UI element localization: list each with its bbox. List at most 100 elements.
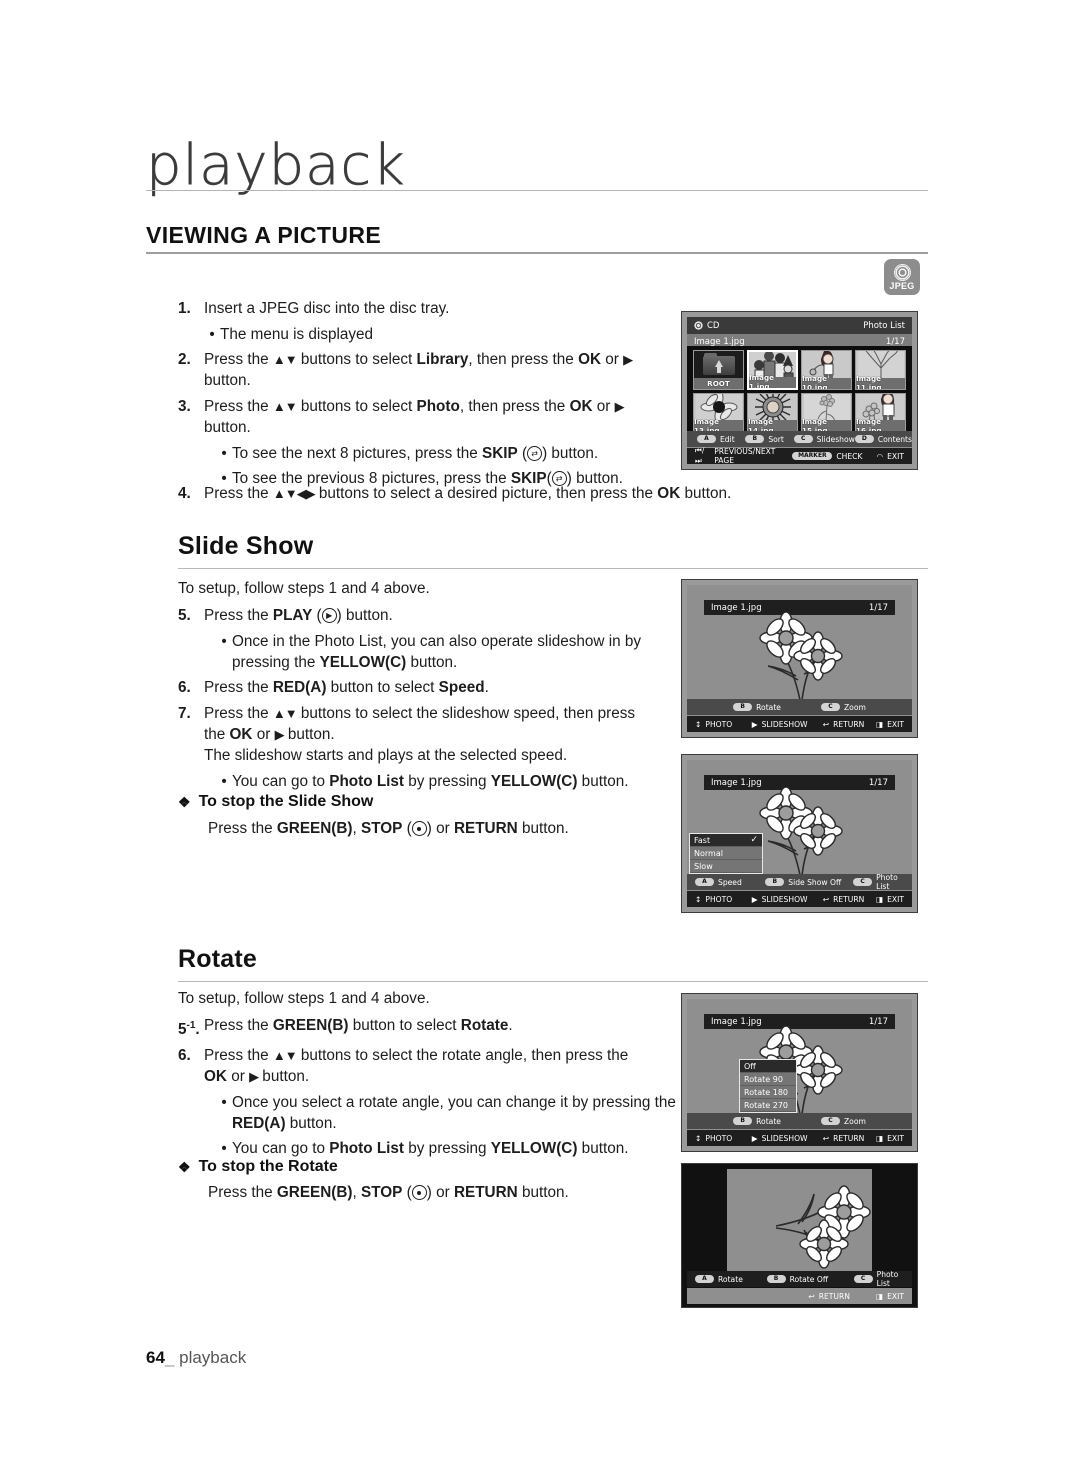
nav-exit[interactable]: ◨ EXIT [876, 895, 912, 904]
thumbnail-image-13[interactable]: Image 13.jpg [693, 392, 744, 432]
softkey-contents[interactable]: D Contents [854, 434, 912, 444]
nav-photo[interactable]: ↕ PHOTO [687, 720, 752, 729]
stop-icon [411, 1185, 427, 1200]
up-down-icon: ↕ [695, 719, 702, 729]
softkey-slideshow-label: Slideshow [816, 434, 855, 444]
yellow-c-button-icon: C [820, 1117, 840, 1125]
rotate-option-180[interactable]: Rotate 180 [740, 1086, 796, 1099]
softkey-side-show-off[interactable]: B Side Show Off [765, 878, 853, 887]
thumbnail-label: Image 11.jpg [856, 374, 905, 389]
softkey-photo-list[interactable]: C Photo List [853, 1270, 912, 1288]
up-down-arrow-icon: ▲▼ [272, 706, 298, 721]
nav-marker-check[interactable]: MARKER CHECK [792, 452, 862, 461]
softkey-zoom[interactable]: C Zoom [820, 1117, 866, 1126]
softkey-rotate[interactable]: B Rotate [733, 1117, 781, 1126]
nav-exit-label: EXIT [887, 719, 905, 729]
skip-prev-next-icon: ⏮/⏭ [695, 446, 705, 465]
step-5-slideshow: 5. Press the PLAY (▶) button. [178, 607, 393, 624]
marker-check-label: CHECK [836, 451, 863, 461]
page-footer: 64_ playback [146, 1348, 246, 1368]
nav-exit-label: EXIT [887, 1291, 904, 1301]
softkey-zoom[interactable]: C Zoom [820, 703, 866, 712]
return-icon: ↩ [822, 894, 830, 904]
nav-slideshow[interactable]: ▶ SLIDESHOW [752, 1134, 823, 1143]
red-a-button-icon: A [695, 878, 714, 886]
screen-title: Photo List [863, 320, 905, 331]
thumbnail-image-16[interactable]: Image 16.jpg [855, 392, 906, 432]
softkey-photo-list-label: Photo List [876, 1270, 899, 1288]
nav-photo-label: PHOTO [705, 894, 733, 904]
softkey-contents-label: Contents [877, 434, 912, 444]
step-3-number: 3. [178, 398, 191, 415]
nav-slideshow-label: SLIDESHOW [761, 894, 808, 904]
softkey-rotate[interactable]: A Rotate [687, 1275, 767, 1284]
softkey-side-show-off-label: Side Show Off [788, 877, 842, 887]
nav-photo[interactable]: ↕ PHOTO [687, 895, 752, 904]
nav-photo[interactable]: ↕ PHOTO [687, 1134, 752, 1143]
speed-dropdown-menu[interactable]: Fast ✓ Normal Slow [689, 833, 763, 874]
softkey-photo-list[interactable]: C Photo List [853, 873, 912, 891]
rotate-option-90[interactable]: Rotate 90 [740, 1073, 796, 1086]
softkey-rotate-label: Rotate [756, 702, 781, 712]
direction-pad-arrows-icon: ▲▼◀▶ [272, 486, 316, 501]
nav-exit[interactable]: ◠ EXIT [876, 452, 912, 461]
nav-photo-label: PHOTO [705, 1133, 733, 1143]
photo-daisies [742, 611, 862, 702]
step-4-block: 4. Press the ▲▼◀▶ buttons to select a de… [178, 483, 778, 509]
softkey-rotate[interactable]: B Rotate [733, 703, 781, 712]
step-2-number: 2. [178, 351, 191, 368]
rotate-option-off-label: Off [744, 1061, 756, 1071]
thumbnail-image-10[interactable]: Image 10.jpg [801, 350, 852, 390]
nav-return-label: RETURN [833, 719, 865, 729]
right-arrow-icon: ▶ [614, 399, 625, 414]
photolist-softkey-row: A Edit B Sort C Slideshow D Contents [687, 431, 912, 447]
nav-exit[interactable]: ◨ EXIT [876, 1292, 912, 1301]
step-7-number: 7. [178, 705, 191, 722]
thumbnail-image-15[interactable]: Image 15.jpg [801, 392, 852, 432]
rotate-steps: To setup, follow steps 1 and 4 above. 5-… [178, 988, 678, 1163]
slideshow-steps: To setup, follow steps 1 and 4 above. 5.… [178, 578, 668, 796]
photo-counter: 1/17 [885, 336, 905, 347]
softkey-sort[interactable]: B Sort [745, 435, 793, 444]
thumbnail-label: Image 16.jpg [856, 417, 905, 431]
thumbnail-image-1[interactable]: Image 1.jpg [747, 350, 798, 390]
nav-return[interactable]: ↩ RETURN [823, 720, 876, 729]
thumbnail-image-14[interactable]: Image 14.jpg [747, 392, 798, 432]
thumbnail-label: Image 14.jpg [748, 417, 797, 431]
rotate-option-off[interactable]: Off [740, 1060, 796, 1073]
softkey-speed-label: Speed [718, 877, 742, 887]
rotate-option-270-label: Rotate 270 [744, 1100, 789, 1110]
softkey-edit[interactable]: A Edit [687, 435, 745, 444]
slideshow-intro: To setup, follow steps 1 and 4 above. [178, 580, 430, 597]
up-down-arrow-icon: ▲▼ [272, 352, 298, 367]
photo-counter: 1/17 [868, 1016, 888, 1027]
nav-return[interactable]: ↩ RETURN [823, 1134, 876, 1143]
nav-exit[interactable]: ◨ EXIT [876, 720, 912, 729]
thumbnail-image-11[interactable]: Image 11.jpg [855, 350, 906, 390]
nav-return[interactable]: ↩ RETURN [823, 895, 876, 904]
softkey-slideshow[interactable]: C Slideshow [793, 434, 855, 444]
step-1-text: Insert a JPEG disc into the disc tray. [204, 300, 450, 317]
right-arrow-icon: ▶ [274, 727, 285, 742]
softkey-speed[interactable]: A Speed [687, 878, 765, 887]
thumbnail-root-folder[interactable]: ROOT [693, 350, 744, 390]
rotate-option-270[interactable]: Rotate 270 [740, 1099, 796, 1112]
current-file-name: Image 1.jpg [711, 777, 762, 788]
nav-slideshow[interactable]: ▶ SLIDESHOW [752, 895, 823, 904]
manual-page: playback VIEWING A PICTURE JPEG 1. Inser… [0, 0, 1080, 1472]
speed-option-normal[interactable]: Normal [690, 847, 762, 860]
disc-icon [893, 263, 911, 281]
step-6-number: 6. [178, 1047, 191, 1064]
nav-return[interactable]: ↩ RETURN [808, 1292, 850, 1301]
speed-option-normal-label: Normal [694, 848, 723, 858]
speed-option-fast[interactable]: Fast ✓ [690, 834, 762, 847]
softkey-rotate-off[interactable]: B Rotate Off [766, 1275, 854, 1284]
chapter-divider [146, 190, 928, 191]
nav-exit[interactable]: ◨ EXIT [876, 1134, 912, 1143]
nav-slideshow[interactable]: ▶ SLIDESHOW [752, 720, 823, 729]
speed-option-slow[interactable]: Slow [690, 860, 762, 873]
thumbnail-label: Image 13.jpg [694, 417, 743, 431]
nav-prev-next-page[interactable]: ⏮/⏭ PREVIOUS/NEXT PAGE [687, 446, 792, 466]
speed-softkey-row: A Speed B Side Show Off C Photo List [687, 873, 912, 891]
rotate-dropdown-menu[interactable]: Off Rotate 90 Rotate 180 Rotate 270 [739, 1059, 797, 1113]
